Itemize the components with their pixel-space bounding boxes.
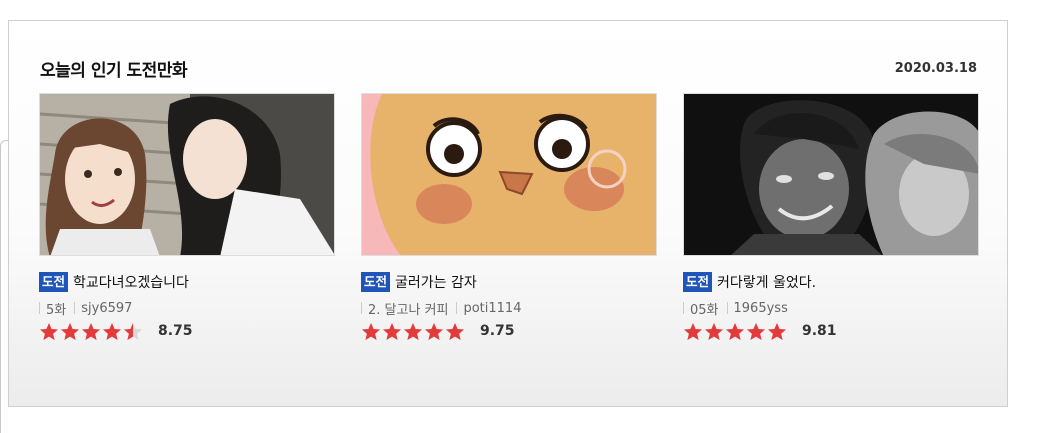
star-icon: [768, 322, 786, 340]
comic-title: 커다랗게 울었다.: [717, 275, 817, 291]
potato-face-illustration-icon: [362, 94, 656, 255]
rating: 8.75: [39, 321, 335, 341]
star-rating: [361, 322, 466, 341]
author-name: poti1114: [463, 300, 522, 316]
divider: [683, 302, 684, 314]
star-icon: [446, 322, 464, 340]
divider: [361, 302, 362, 314]
comic-card: 도전 학교다녀오겠습니다 5화 sjy6597 8.75: [39, 93, 335, 341]
comic-title: 학교다녀오겠습니다: [73, 275, 189, 291]
comic-card: 도전 커다랗게 울었다. 05화 1965yss 9.81: [683, 93, 979, 341]
episode-label: 05화: [690, 302, 719, 318]
rating: 9.81: [683, 321, 979, 341]
dark-crying-boy-illustration-icon: [684, 94, 978, 255]
popular-challenge-comics-panel: 오늘의 인기 도전만화 2020.03.18 도전 학교다녀오겠습니다 5화 s…: [8, 20, 1008, 407]
rating-score: 8.75: [158, 323, 193, 339]
rating-score: 9.81: [802, 323, 837, 339]
comic-meta: 5화 sjy6597: [39, 299, 335, 318]
comic-thumbnail[interactable]: [361, 93, 657, 256]
star-icon: [82, 322, 100, 340]
comic-meta: 05화 1965yss: [683, 299, 979, 318]
comic-card: 도전 굴러가는 감자 2. 달고나 커피 poti1114 9.75: [361, 93, 657, 341]
star-rating: [683, 322, 788, 341]
challenge-badge: 도전: [361, 272, 391, 292]
episode-label: 5화: [46, 302, 67, 318]
star-icon: [684, 322, 702, 340]
star-icon: [404, 322, 422, 340]
author-name: sjy6597: [81, 300, 133, 316]
star-icon: [726, 322, 744, 340]
star-icon: [362, 322, 380, 340]
comic-title: 굴러가는 감자: [395, 275, 477, 291]
comic-meta: 2. 달고나 커피 poti1114: [361, 299, 657, 318]
comic-title-link[interactable]: 도전 굴러가는 감자: [361, 271, 657, 293]
comic-thumbnail[interactable]: [683, 93, 979, 256]
episode-label: 2. 달고나 커피: [368, 302, 449, 318]
challenge-badge: 도전: [683, 272, 713, 292]
comic-title-link[interactable]: 도전 커다랗게 울었다.: [683, 271, 979, 293]
star-rating: [39, 322, 144, 341]
divider: [74, 302, 76, 314]
challenge-badge: 도전: [39, 272, 69, 292]
star-icon: [383, 322, 401, 340]
divider: [456, 302, 458, 314]
star-icon: [103, 322, 121, 340]
star-icon: [124, 322, 142, 340]
panel-date: 2020.03.18: [894, 61, 977, 76]
rating-score: 9.75: [480, 323, 515, 339]
star-icon: [40, 322, 58, 340]
star-icon: [747, 322, 765, 340]
author-name: 1965yss: [733, 300, 788, 316]
comic-thumbnail[interactable]: [39, 93, 335, 256]
star-icon: [425, 322, 443, 340]
star-icon: [705, 322, 723, 340]
divider: [726, 302, 728, 314]
comic-title-link[interactable]: 도전 학교다녀오겠습니다: [39, 271, 335, 293]
two-girls-illustration-icon: [40, 94, 334, 255]
divider: [39, 302, 40, 314]
rating: 9.75: [361, 321, 657, 341]
panel-title: 오늘의 인기 도전만화: [40, 61, 188, 81]
star-icon: [61, 322, 79, 340]
